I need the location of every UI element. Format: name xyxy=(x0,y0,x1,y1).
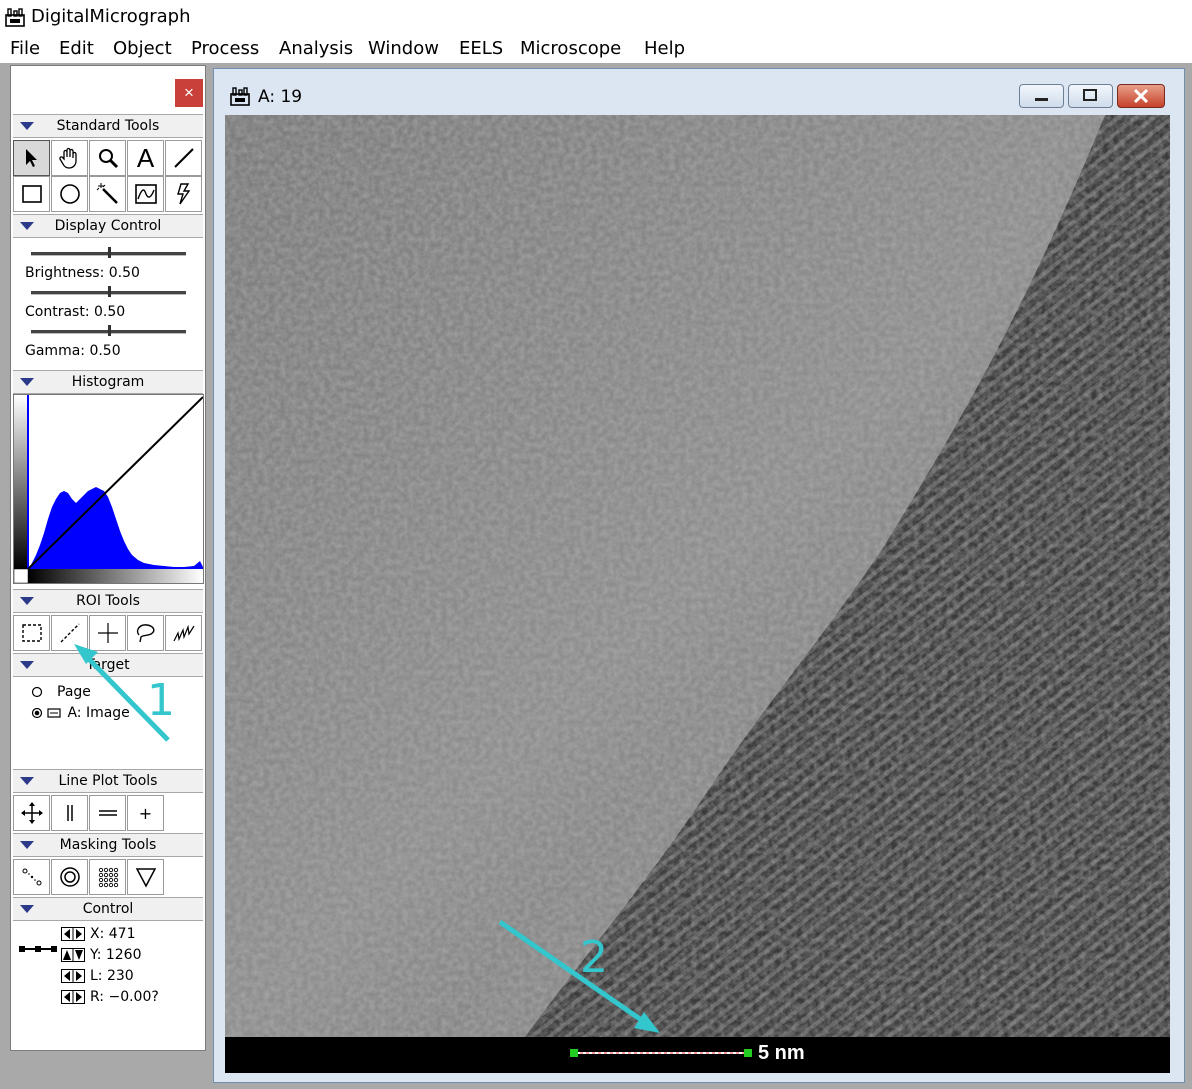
annotation-label-2: 2 xyxy=(580,932,608,983)
annotation-overlay xyxy=(74,644,660,1033)
annotation-arrow-1-head xyxy=(74,644,98,664)
annotation-label-1: 1 xyxy=(147,675,175,726)
